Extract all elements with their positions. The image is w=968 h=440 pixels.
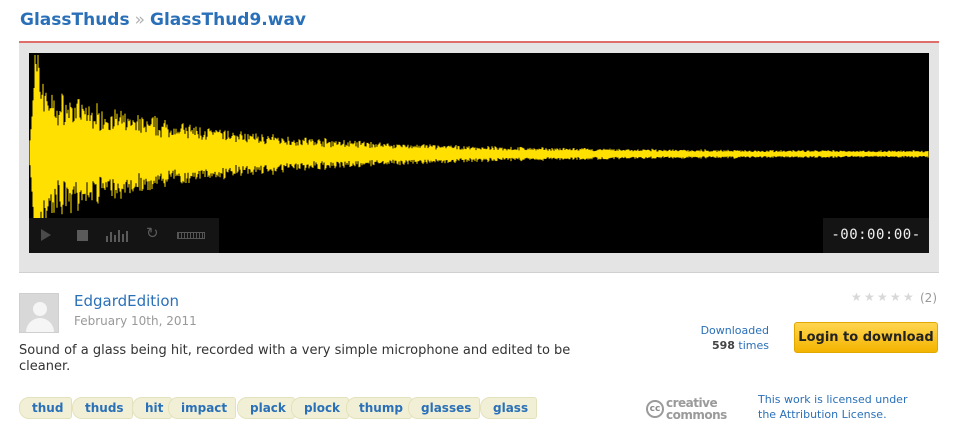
download-count-unit: times — [738, 339, 769, 352]
license-line-2[interactable]: the Attribution License. — [758, 407, 938, 422]
star-icon[interactable]: ★ — [851, 291, 863, 303]
loop-icon[interactable]: ↻ — [146, 226, 160, 241]
time-display: -00:00:00-92 — [823, 218, 929, 253]
cc-wordmark: creative commons — [666, 397, 727, 421]
license-text[interactable]: This work is licensed under the Attribut… — [758, 392, 938, 422]
download-count-line: 598 times — [699, 338, 769, 353]
tag-impact[interactable]: impact — [168, 397, 237, 419]
spectrogram-icon[interactable] — [106, 228, 130, 242]
breadcrumb-separator: » — [134, 10, 145, 30]
rating-count: (2) — [920, 291, 937, 305]
tag-thump[interactable]: thump — [346, 397, 412, 419]
pack-link[interactable]: GlassThuds — [20, 10, 130, 30]
player-frame: ↻ -00:00:00-92 — [19, 43, 939, 273]
play-icon[interactable] — [41, 229, 51, 241]
tag-thud[interactable]: thud — [19, 397, 73, 419]
star-icon[interactable]: ★ — [877, 291, 889, 303]
measure-icon[interactable] — [177, 232, 205, 239]
tag-plock[interactable]: plock — [291, 397, 350, 419]
username-link[interactable]: EdgardEdition — [74, 292, 179, 310]
star-icon[interactable]: ★ — [890, 291, 902, 303]
downloaded-label[interactable]: Downloaded — [699, 323, 769, 338]
license-line-1[interactable]: This work is licensed under — [758, 392, 938, 407]
avatar-head — [33, 302, 47, 316]
tag-plack[interactable]: plack — [237, 397, 295, 419]
avatar-body — [26, 318, 54, 332]
upload-date: February 10th, 2011 — [74, 314, 197, 328]
stop-icon[interactable] — [77, 230, 88, 241]
creative-commons-logo[interactable]: cc creative commons — [646, 397, 746, 423]
cc-wordmark-line2: commons — [666, 408, 727, 422]
tag-thuds[interactable]: thuds — [72, 397, 133, 419]
login-to-download-button[interactable]: Login to download — [794, 322, 938, 353]
avatar[interactable] — [19, 293, 59, 333]
tag-glass[interactable]: glass — [480, 397, 538, 419]
sound-title-link[interactable]: GlassThud9.wav — [150, 10, 306, 30]
download-count: 598 — [711, 339, 735, 352]
star-icon[interactable]: ★ — [864, 291, 876, 303]
star-icon[interactable]: ★ — [903, 291, 915, 303]
player-controls: ↻ — [29, 218, 219, 253]
waveform-player[interactable]: ↻ -00:00:00-92 — [29, 53, 929, 253]
sound-description: Sound of a glass being hit, recorded wit… — [19, 343, 571, 374]
download-stats: Downloaded 598 times — [699, 323, 769, 353]
breadcrumb: GlassThuds» GlassThud9.wav — [20, 10, 306, 30]
tag-hit[interactable]: hit — [132, 397, 173, 419]
tag-glasses[interactable]: glasses — [408, 397, 481, 419]
cc-icon: cc — [646, 400, 664, 418]
